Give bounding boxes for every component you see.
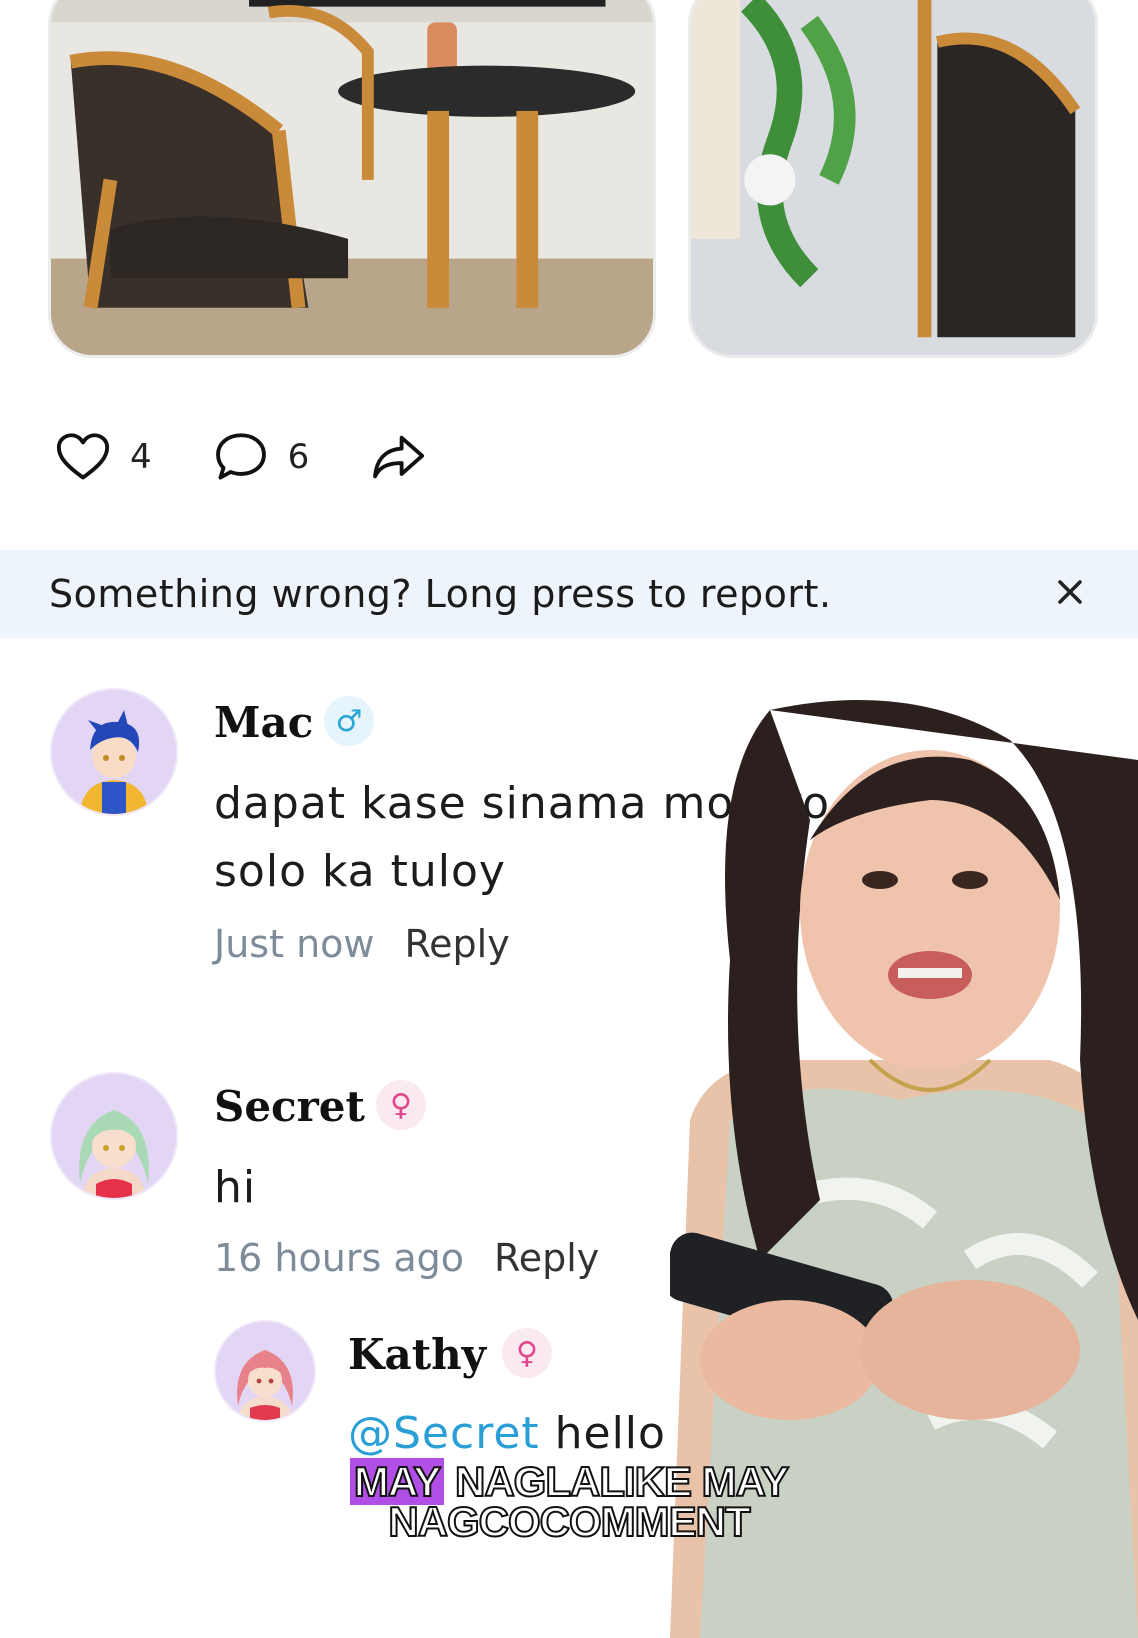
male-gender-icon: ♂ (324, 696, 374, 746)
share-arrow-icon (373, 435, 425, 479)
reply-button[interactable]: Reply (494, 1236, 599, 1280)
female-gender-icon: ♀ (502, 1328, 552, 1378)
share-button[interactable] (369, 428, 427, 486)
like-count: 4 (130, 437, 152, 477)
comment-text-continued: solo ka tuloy (214, 846, 506, 897)
heart-icon (56, 433, 110, 480)
comment-bubble-icon (215, 433, 266, 480)
reply-username[interactable]: Kathy (348, 1330, 486, 1379)
post-actions: 4 6 (54, 428, 487, 486)
avatar[interactable] (214, 1320, 316, 1422)
report-banner: Something wrong? Long press to report. (0, 550, 1138, 638)
reply-text-body: hello (539, 1408, 666, 1459)
comment-meta: 16 hours ago Reply (214, 1236, 599, 1280)
comment-timestamp: 16 hours ago (214, 1236, 465, 1280)
comment-username[interactable]: Mac (214, 698, 313, 747)
video-caption-line2: NAGCOCOMMENT (0, 1497, 1138, 1546)
comment-username[interactable]: Secret (214, 1082, 365, 1131)
report-banner-text: Something wrong? Long press to report. (49, 572, 832, 616)
post-photo-1[interactable] (48, 0, 656, 358)
close-icon[interactable] (1048, 570, 1092, 614)
avatar[interactable] (50, 1072, 178, 1200)
reply-button[interactable]: Reply (404, 922, 509, 966)
female-gender-icon: ♀ (376, 1080, 426, 1130)
comment-meta: Just now Reply (214, 922, 510, 966)
avatar[interactable] (50, 688, 178, 816)
caption-line2: NAGCOCOMMENT (387, 1497, 751, 1546)
like-button[interactable]: 4 (54, 428, 152, 486)
mention-link[interactable]: @Secret (348, 1408, 540, 1459)
comment-count: 6 (287, 437, 310, 477)
comment-timestamp: Just now (214, 922, 375, 966)
comment-text: hi (214, 1162, 257, 1213)
post-photo-2[interactable] (688, 0, 1098, 358)
comment-button[interactable]: 6 (212, 428, 310, 486)
